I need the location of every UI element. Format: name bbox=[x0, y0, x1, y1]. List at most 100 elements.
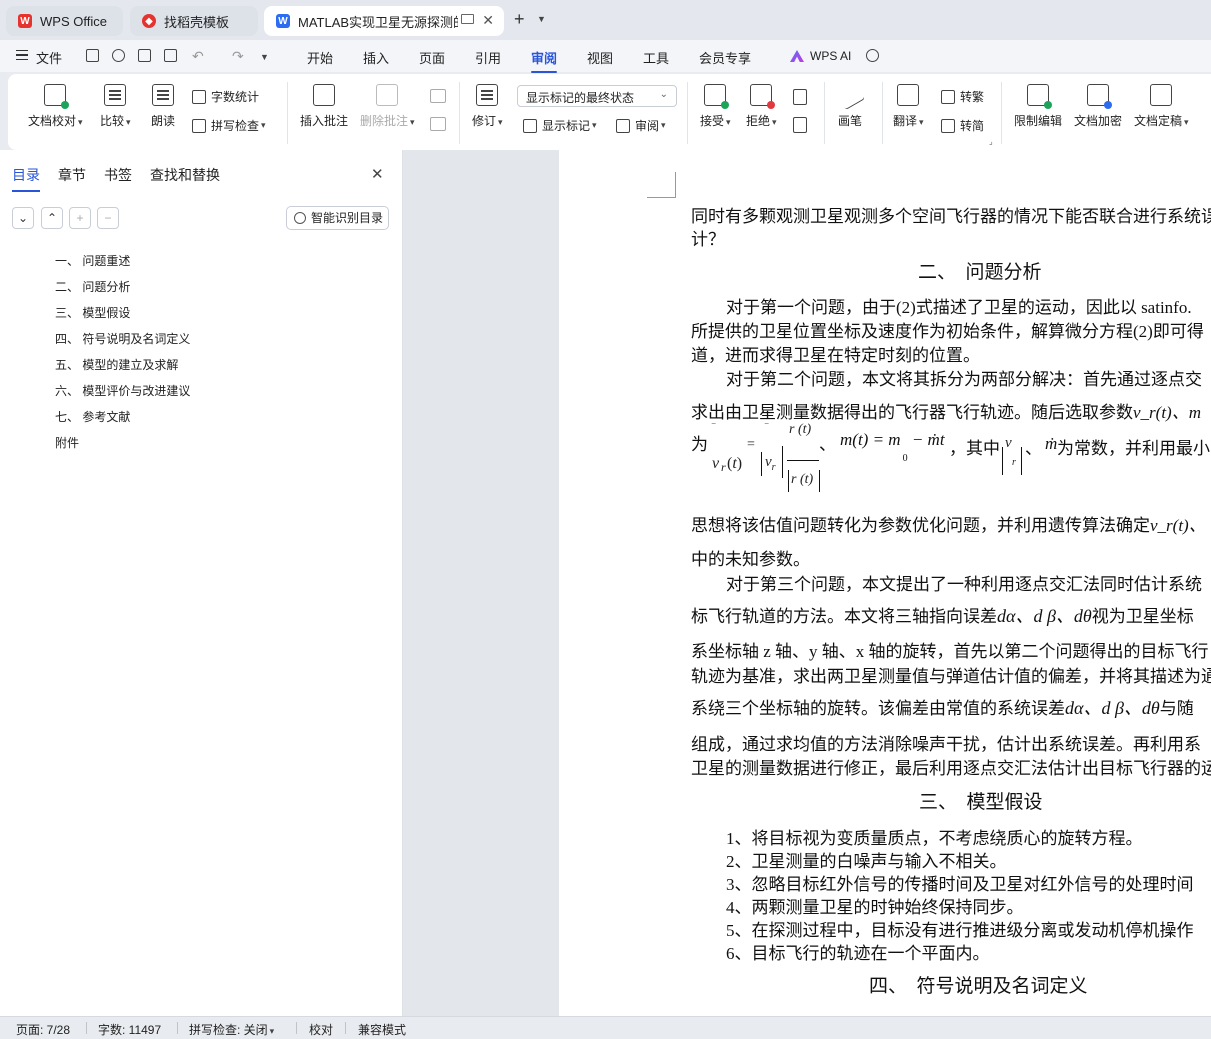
divider bbox=[882, 82, 883, 144]
translate-button[interactable]: 翻译 ▾ bbox=[893, 84, 924, 129]
to-traditional-button[interactable]: 转繁 bbox=[941, 88, 984, 105]
redo-icon[interactable]: ↷ bbox=[232, 48, 244, 65]
search-icon[interactable] bbox=[866, 49, 879, 62]
print-icon[interactable] bbox=[138, 49, 151, 62]
save-icon[interactable] bbox=[86, 49, 99, 62]
remove-level-button[interactable]: − bbox=[97, 207, 119, 229]
expand-corner-icon[interactable]: ⌟ bbox=[989, 137, 993, 146]
menu-tools[interactable]: 工具 bbox=[643, 48, 669, 67]
restrict-edit-button[interactable]: 限制编辑 bbox=[1014, 84, 1062, 129]
menu-page[interactable]: 页面 bbox=[419, 48, 445, 67]
doc-line: 道，进而求得卫星在特定时刻的位置。 bbox=[691, 346, 980, 365]
pen-button[interactable]: 画笔 bbox=[834, 79, 866, 129]
spell-check-status[interactable]: 拼写检查: 关闭 ▾ bbox=[189, 1021, 274, 1038]
word-count-icon bbox=[192, 89, 206, 104]
export-icon[interactable] bbox=[112, 49, 125, 62]
menu-home[interactable]: 开始 bbox=[307, 48, 333, 67]
chevron-down-icon[interactable]: ▼ bbox=[537, 14, 546, 24]
menu-insert[interactable]: 插入 bbox=[363, 48, 389, 67]
toc-item[interactable]: 七、 参考文献 bbox=[55, 408, 130, 425]
toc-item[interactable]: 五、 模型的建立及求解 bbox=[55, 356, 178, 373]
wps-ai-button[interactable]: WPS AI bbox=[810, 49, 851, 63]
doc-line: 组成，通过求均值的方法消除噪声干扰，估计出系统误差。再利用系 bbox=[691, 735, 1201, 754]
document-page[interactable]: 同时有多颗观测卫星观测多个空间飞行器的情况下能否联合进行系统误差估 计？ 二、 … bbox=[559, 150, 1211, 1016]
page-indicator[interactable]: 页面: 7/28 bbox=[16, 1021, 70, 1038]
monitor-icon[interactable] bbox=[461, 14, 474, 24]
divider bbox=[459, 82, 460, 144]
menu-view[interactable]: 视图 bbox=[587, 48, 613, 67]
toc-item[interactable]: 四、 符号说明及名词定义 bbox=[55, 330, 190, 347]
review-pane-button[interactable]: 审阅 ▾ bbox=[616, 117, 666, 134]
accept-button[interactable]: 接受 ▾ bbox=[700, 84, 731, 129]
page-margin-area bbox=[403, 150, 559, 1016]
finalize-button[interactable]: 文档定稿 ▾ bbox=[1134, 84, 1189, 129]
close-icon[interactable]: ✕ bbox=[371, 165, 384, 183]
add-level-button[interactable]: + bbox=[69, 207, 91, 229]
menu-member[interactable]: 会员专享 bbox=[699, 48, 751, 67]
prev-comment-icon[interactable] bbox=[430, 89, 446, 103]
spell-check-button[interactable]: 拼写检查 ▾ bbox=[192, 117, 266, 134]
menu-review[interactable]: 审阅 bbox=[531, 48, 558, 73]
formula-prefix: 为 bbox=[691, 435, 708, 454]
translate-icon bbox=[897, 84, 920, 106]
print-preview-icon[interactable] bbox=[164, 49, 177, 62]
new-tab-icon[interactable]: + bbox=[514, 9, 525, 30]
reject-button[interactable]: 拒绝 ▾ bbox=[746, 84, 777, 129]
navigation-pane: 目录 章节 书签 查找和替换 ✕ ⌄ ⌃ + − 智能识别目录 一、 问题重述 … bbox=[0, 150, 403, 1016]
margin-marker bbox=[647, 172, 676, 198]
tab-bookmarks[interactable]: 书签 bbox=[104, 165, 132, 185]
tab-find-replace[interactable]: 查找和替换 bbox=[150, 165, 220, 185]
toc-item[interactable]: 一、 问题重述 bbox=[55, 252, 130, 269]
spell-check-icon bbox=[192, 118, 206, 133]
next-change-icon[interactable] bbox=[793, 117, 807, 133]
track-changes-button[interactable]: 修订 ▾ bbox=[472, 84, 503, 129]
collapse-all-button[interactable]: ⌄ bbox=[12, 207, 34, 229]
doc-line: 同时有多颗观测卫星观测多个空间飞行器的情况下能否联合进行系统误差估 bbox=[691, 207, 1211, 226]
tab-toc[interactable]: 目录 bbox=[12, 165, 40, 192]
smart-toc-button[interactable]: 智能识别目录 bbox=[286, 206, 389, 230]
doc-line: 卫星的测量数据进行修正，最后利用逐点交汇法估计出目标飞行器的运 bbox=[691, 759, 1211, 778]
insert-comment-button[interactable]: 插入批注 bbox=[300, 84, 348, 129]
to-simplified-button[interactable]: 转简 bbox=[941, 117, 984, 134]
toc-item[interactable]: 附件 bbox=[55, 434, 79, 451]
comma: 、 bbox=[819, 435, 836, 454]
undo-icon[interactable]: ↶ bbox=[192, 48, 204, 65]
encrypt-button[interactable]: 文档加密 bbox=[1074, 84, 1122, 129]
mdot: ṁ bbox=[1045, 434, 1058, 453]
toc-item[interactable]: 二、 问题分析 bbox=[55, 278, 130, 295]
tab-chapters[interactable]: 章节 bbox=[58, 165, 86, 185]
menu-references[interactable]: 引用 bbox=[475, 48, 501, 67]
wps-ai-icon[interactable] bbox=[790, 50, 804, 62]
compare-button[interactable]: 比较 ▾ bbox=[100, 84, 131, 129]
toc-item[interactable]: 六、 模型评价与改进建议 bbox=[55, 382, 190, 399]
heading-analysis: 二、 问题分析 bbox=[918, 261, 1042, 283]
delete-comment-button[interactable]: 删除批注 ▾ bbox=[360, 84, 415, 129]
delete-comment-icon bbox=[376, 84, 399, 106]
tab-template[interactable]: ◆ 找稻壳模板 bbox=[130, 6, 258, 36]
proof-status[interactable]: 校对 bbox=[309, 1021, 333, 1038]
word-count-button[interactable]: 字数统计 bbox=[192, 88, 259, 105]
equation-vr-abs: v r bbox=[1002, 435, 1024, 475]
expand-up-button[interactable]: ⌃ bbox=[41, 207, 63, 229]
compare-icon bbox=[104, 84, 127, 106]
doc-proof-button[interactable]: 文档校对 ▾ bbox=[28, 84, 83, 129]
word-count-indicator[interactable]: 字数: 11497 bbox=[98, 1021, 161, 1038]
doc-line: 系绕三个坐标轴的旋转。该偏差由常值的系统误差dα、d β、dθ与随 bbox=[691, 698, 1194, 718]
tab-wps-office[interactable]: W WPS Office bbox=[6, 6, 123, 36]
next-comment-icon[interactable] bbox=[430, 117, 446, 131]
simplified-icon bbox=[941, 118, 955, 133]
tab-label: MATLAB实现卫星无源探测的 bbox=[298, 14, 458, 30]
file-menu[interactable]: 文件 bbox=[36, 48, 62, 67]
tab-document[interactable]: W MATLAB实现卫星无源探测的 ✕ bbox=[264, 6, 504, 36]
markup-state-select[interactable]: 显示标记的最终状态 ⌄ bbox=[517, 85, 677, 107]
prev-change-icon[interactable] bbox=[793, 89, 807, 105]
hamburger-icon[interactable] bbox=[16, 50, 28, 60]
toc-item[interactable]: 三、 模型假设 bbox=[55, 304, 130, 321]
show-markup-button[interactable]: 显示标记 ▾ bbox=[523, 117, 597, 134]
tab-bar: W WPS Office ◆ 找稻壳模板 W MATLAB实现卫星无源探测的 ✕… bbox=[0, 0, 1211, 40]
more-chevron-icon[interactable]: ▼ bbox=[260, 52, 269, 62]
read-aloud-button[interactable]: 朗读 bbox=[151, 84, 175, 129]
close-icon[interactable]: ✕ bbox=[482, 12, 494, 29]
divider bbox=[86, 1022, 87, 1034]
ribbon-toolbar: 文档校对 ▾ 比较 ▾ 朗读 字数统计 拼写检查 ▾ 插入批注 删除批注 ▾ 修订 ▾ 显… bbox=[8, 74, 1211, 150]
